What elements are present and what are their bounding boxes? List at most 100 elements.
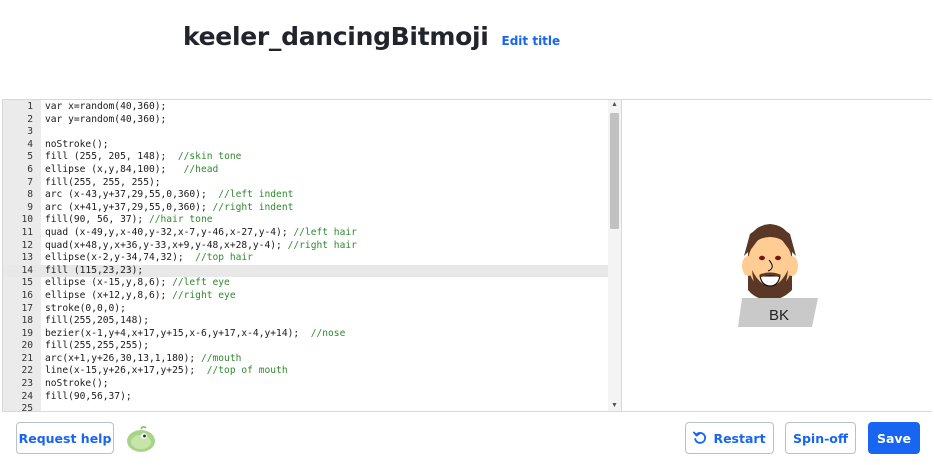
code-line[interactable]: 8 arc (x-43,y+37,29,55,0,360); //left ind… <box>3 189 608 202</box>
code-statement: fill(90, 56, 37); <box>45 214 149 226</box>
line-number: 24 <box>21 390 33 402</box>
code-text[interactable]: ellipse (x-15,y,8,6); //left eye <box>45 277 230 290</box>
code-statement: var y=random(40,360); <box>45 113 167 125</box>
footer-toolbar: Request help Restart Spin-off Save <box>0 412 934 465</box>
editor-scrollbar[interactable]: ▲ ▼ <box>608 100 621 411</box>
code-text[interactable]: arc (x+41,y+37,29,55,0,360); //right ind… <box>45 202 293 215</box>
code-line[interactable]: 10 fill(90, 56, 37); //hair tone <box>3 214 608 227</box>
code-statement: stroke(0,0,0); <box>45 302 126 314</box>
code-line[interactable]: 24 fill(90,56,37); <box>3 391 608 404</box>
code-line[interactable]: 11 quad (x-49,y,x-40,y-32,x-7,y-46,x-27,y… <box>3 227 608 240</box>
code-line[interactable]: 19 bezier(x-1,y+4,x+17,y+15,x-6,y+17,x-4,… <box>3 328 608 341</box>
line-number: 22 <box>21 365 33 377</box>
code-text[interactable]: noStroke(); <box>45 378 109 391</box>
code-line[interactable]: 3 <box>3 126 608 139</box>
save-button[interactable]: Save <box>868 422 920 454</box>
output-canvas: BK <box>622 100 932 411</box>
code-text[interactable]: fill(255,205,148); <box>45 315 149 328</box>
code-line[interactable]: 13 ellipse(x-2,y-34,74,32); //top hair <box>3 252 608 265</box>
scrollbar-thumb[interactable] <box>610 113 619 229</box>
code-text[interactable]: fill(90, 56, 37); //hair tone <box>45 214 213 227</box>
code-text[interactable]: line(x-15,y+26,x+17,y+25); //top of mout… <box>45 365 288 378</box>
code-text[interactable]: fill(255,255,255); <box>45 340 149 353</box>
code-statement: fill(255,205,148); <box>45 315 149 327</box>
code-line[interactable]: 7 fill(255, 255, 255); <box>3 177 608 190</box>
code-statement: fill (115,23,23); <box>45 264 144 276</box>
code-comment: //left hair <box>293 226 357 238</box>
line-number: 4 <box>27 138 33 150</box>
code-comment: //mouth <box>200 352 242 364</box>
bitmoji-drawing: BK <box>738 224 818 327</box>
code-line[interactable]: 5 fill (255, 205, 148); //skin tone <box>3 151 608 164</box>
line-number: 8 <box>27 189 33 201</box>
code-statement: fill (255, 205, 148); <box>45 151 178 163</box>
user-avatar-icon[interactable] <box>125 425 157 453</box>
code-statement: quad (x-49,y,x-40,y-32,x-7,y-46,x-27,y-4… <box>45 226 294 238</box>
code-line[interactable]: 20 fill(255,255,255); <box>3 340 608 353</box>
code-statement: noStroke(); <box>45 378 109 390</box>
code-line[interactable]: 25 <box>3 403 608 411</box>
code-line[interactable]: 12 quad(x+48,y,x+36,y-33,x+9,y-48,x+28,y-… <box>3 240 608 253</box>
code-editor[interactable]: 1 var x=random(40,360); 2 var y=random(40,3… <box>3 100 621 411</box>
code-text[interactable]: fill (115,23,23); <box>45 265 143 278</box>
code-text[interactable]: ellipse (x+12,y,8,6); //right eye <box>45 290 236 303</box>
code-text[interactable]: quad (x-49,y,x-40,y-32,x-7,y-46,x-27,y-4… <box>45 227 357 240</box>
code-text[interactable]: var x=random(40,360); <box>45 101 166 114</box>
code-statement: ellipse (x,y,84,100); <box>45 163 184 175</box>
line-number: 5 <box>27 151 33 163</box>
restart-button[interactable]: Restart <box>685 422 774 454</box>
line-number: 21 <box>21 352 33 364</box>
code-text[interactable]: fill(90,56,37); <box>45 391 132 404</box>
code-statement: var x=random(40,360); <box>45 101 167 112</box>
code-statement: ellipse (x+12,y,8,6); <box>45 289 173 301</box>
line-number: 25 <box>21 403 33 411</box>
code-text[interactable]: noStroke(); <box>45 139 109 152</box>
code-line[interactable]: 22 line(x-15,y+26,x+17,y+25); //top of mo… <box>3 365 608 378</box>
code-text[interactable]: bezier(x-1,y+4,x+17,y+15,x-6,y+17,x-4,y+… <box>45 328 345 341</box>
code-text[interactable]: arc (x-43,y+37,29,55,0,360); //left inde… <box>45 189 293 202</box>
request-help-button[interactable]: Request help <box>16 422 114 454</box>
code-text[interactable]: ellipse(x-2,y-34,74,32); //top hair <box>45 252 253 265</box>
code-line[interactable]: 14 fill (115,23,23); <box>3 264 608 278</box>
code-line[interactable]: 6 ellipse (x,y,84,100); //head <box>3 164 608 177</box>
line-number: 23 <box>21 378 33 390</box>
line-number: 18 <box>21 315 33 327</box>
code-comment: //skin tone <box>177 151 242 163</box>
code-statement: arc(x+1,y+26,30,13,1,180); <box>45 352 201 364</box>
code-line[interactable]: 16 ellipse (x+12,y,8,6); //right eye <box>3 290 608 303</box>
restart-icon <box>693 431 707 444</box>
code-text[interactable]: stroke(0,0,0); <box>45 303 126 316</box>
spinoff-button[interactable]: Spin-off <box>785 422 856 454</box>
code-statement: fill(90,56,37); <box>45 390 132 402</box>
line-number: 6 <box>27 163 33 175</box>
line-number: 19 <box>21 327 33 339</box>
code-comment: //hair tone <box>148 214 213 226</box>
line-number: 1 <box>27 101 33 112</box>
code-text[interactable]: arc(x+1,y+26,30,13,1,180); //mouth <box>45 353 241 366</box>
code-line[interactable]: 9 arc (x+41,y+37,29,55,0,360); //right in… <box>3 202 608 215</box>
code-line[interactable]: 18 fill(255,205,148); <box>3 315 608 328</box>
code-line[interactable]: 2 var y=random(40,360); <box>3 114 608 127</box>
line-number: 16 <box>21 289 33 301</box>
code-text[interactable]: var y=random(40,360); <box>45 114 166 127</box>
code-line[interactable]: 17 stroke(0,0,0); <box>3 303 608 316</box>
code-statement: quad(x+48,y,x+36,y-33,x+9,y-48,x+28,y-4)… <box>45 239 288 251</box>
edit-title-link[interactable]: Edit title <box>502 34 561 48</box>
workspace: 1 var x=random(40,360); 2 var y=random(40,3… <box>2 99 932 412</box>
code-line[interactable]: 4 noStroke(); <box>3 139 608 152</box>
code-comment: //head <box>183 163 219 175</box>
code-line[interactable]: 21 arc(x+1,y+26,30,13,1,180); //mouth <box>3 353 608 366</box>
code-text[interactable]: fill (255, 205, 148); //skin tone <box>45 151 241 164</box>
code-lines[interactable]: 1 var x=random(40,360); 2 var y=random(40,3… <box>3 101 608 411</box>
code-statement: noStroke(); <box>45 138 109 150</box>
scroll-down-icon[interactable]: ▼ <box>608 401 621 411</box>
code-line[interactable]: 15 ellipse (x-15,y,8,6); //left eye <box>3 277 608 290</box>
scroll-up-icon[interactable]: ▲ <box>608 100 621 110</box>
code-text[interactable]: fill(255, 255, 255); <box>45 177 161 190</box>
code-comment: //nose <box>310 327 346 339</box>
code-text[interactable]: ellipse (x,y,84,100); //head <box>45 164 218 177</box>
line-number: 9 <box>27 201 33 213</box>
code-line[interactable]: 1 var x=random(40,360); <box>3 101 608 114</box>
code-text[interactable]: quad(x+48,y,x+36,y-33,x+9,y-48,x+28,y-4)… <box>45 240 357 253</box>
code-line[interactable]: 23 noStroke(); <box>3 378 608 391</box>
